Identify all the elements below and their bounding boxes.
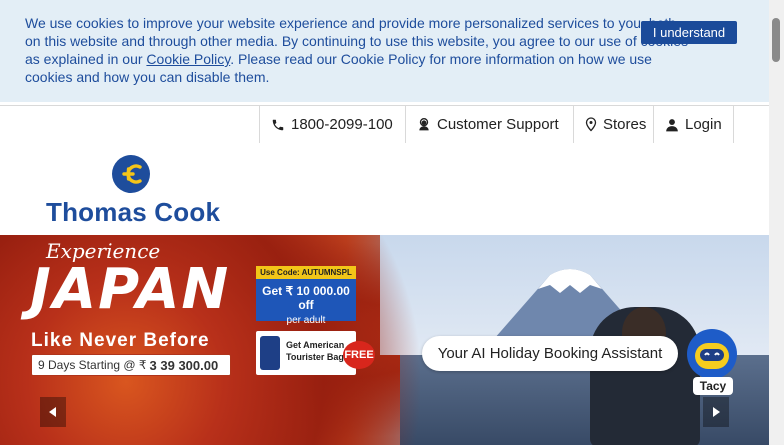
hero-days-text: 9 Days Starting @ ₹ xyxy=(38,358,147,372)
tacy-assistant-avatar[interactable] xyxy=(687,329,737,379)
promo-offer-box: Get ₹ 10 000.00 off per adult xyxy=(256,279,356,326)
cookie-banner: We use cookies to improve your website e… xyxy=(0,0,769,102)
promo-offer-line2: per adult xyxy=(286,315,326,326)
scrollbar-thumb[interactable] xyxy=(772,18,780,62)
carousel-next-button[interactable] xyxy=(703,397,729,427)
login-label: Login xyxy=(685,116,722,133)
hero-price-box: 9 Days Starting @ ₹3 39 300.00 xyxy=(31,354,231,376)
phone-link[interactable]: 1800-2099-100 xyxy=(259,106,405,143)
brand-name[interactable]: Thomas Cook xyxy=(46,197,220,228)
phone-icon xyxy=(272,119,284,130)
chevron-right-icon xyxy=(713,407,720,417)
ai-assistant-bubble[interactable]: Your AI Holiday Booking Assistant xyxy=(422,336,678,371)
top-utility-bar: 1800-2099-100 Customer Support Stores Lo… xyxy=(0,105,769,144)
carousel-prev-button[interactable] xyxy=(40,397,66,427)
bag-offer-text: Get American Tourister Bag xyxy=(286,339,344,363)
bag-line1: Get American xyxy=(286,340,345,350)
bag-line2: Tourister Bag xyxy=(286,352,344,362)
tacy-face-icon xyxy=(695,343,729,369)
support-agent-icon xyxy=(419,117,429,131)
thomas-cook-logo-icon[interactable] xyxy=(112,155,150,193)
hero-title: JAPAN xyxy=(30,257,231,322)
promo-offer-line1: Get ₹ 10 000.00 off xyxy=(262,284,350,312)
stores-link[interactable]: Stores xyxy=(573,106,653,143)
cookie-policy-link[interactable]: Cookie Policy xyxy=(146,51,230,67)
customer-support-link[interactable]: Customer Support xyxy=(405,106,573,143)
phone-number: 1800-2099-100 xyxy=(291,116,393,133)
login-link[interactable]: Login xyxy=(653,106,734,143)
cookie-message: We use cookies to improve your website e… xyxy=(25,14,695,86)
cookie-accept-button[interactable]: I understand xyxy=(641,21,737,44)
hero-tagline: Like Never Before xyxy=(31,330,210,351)
page-scrollbar[interactable] xyxy=(769,0,784,445)
chevron-left-icon xyxy=(49,407,56,417)
stores-label: Stores xyxy=(603,116,647,133)
bag-offer-box: Get American Tourister Bag xyxy=(256,331,356,375)
user-icon xyxy=(666,118,678,131)
header-logo-area: Thomas Cook xyxy=(0,143,769,235)
location-pin-icon xyxy=(585,117,597,132)
free-badge: FREE xyxy=(343,341,375,369)
suitcase-icon xyxy=(260,336,280,370)
customer-support-label: Customer Support xyxy=(437,116,559,133)
tacy-name-label: Tacy xyxy=(693,377,733,395)
hero-price: 3 39 300.00 xyxy=(149,357,219,373)
promo-code-label: Use Code: AUTUMNSPL xyxy=(256,266,356,279)
